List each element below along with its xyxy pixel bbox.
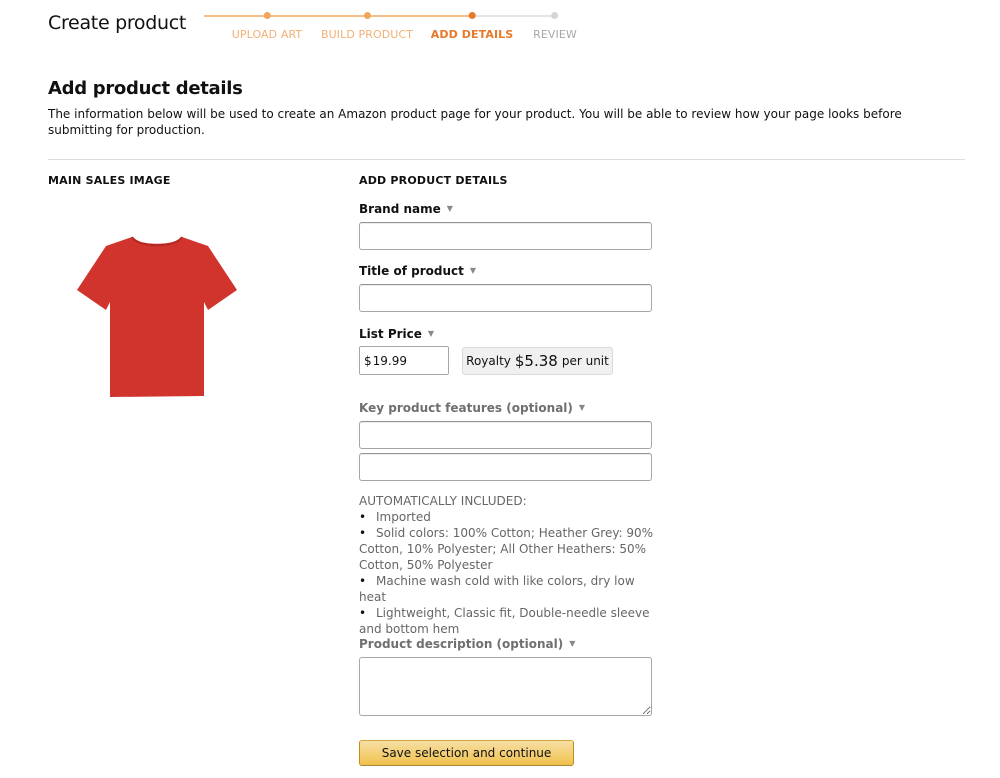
caret-down-icon[interactable]: ▼ [579,403,585,412]
royalty-amount: $5.38 [514,352,558,370]
automatically-included-block: AUTOMATICALLY INCLUDED: • Imported • Solid… [359,493,659,637]
list-item: • Machine wash cold with like colors, dry… [359,574,635,604]
step-add-details: ADD DETAILS [431,10,514,41]
step-upload-art[interactable]: UPLOAD ART [232,10,302,41]
list-price-label-text: List Price [359,327,422,341]
auto-included-list: • Imported • Solid colors: 100% Cotton; He… [359,509,659,637]
list-price-input[interactable] [371,353,443,368]
caret-down-icon[interactable]: ▼ [428,329,434,338]
page-header-title: Create product [48,12,187,34]
royalty-display: Royalty $5.38 per unit [462,347,613,375]
step-build-product[interactable]: BUILD PRODUCT [321,10,413,41]
bullet-icon: • [359,510,367,524]
list-item: • Solid colors: 100% Cotton; Heather Grey… [359,526,654,572]
royalty-suffix: per unit [561,354,609,368]
title-input[interactable] [359,284,652,312]
section-divider [48,159,965,160]
step-dot-icon [363,12,371,19]
caret-down-icon[interactable]: ▼ [447,204,453,213]
bullet-icon: • [359,574,367,588]
step-dot-icon [263,12,271,19]
description-label[interactable]: Product description (optional) ▼ [359,637,575,651]
bullet-icon: • [359,606,367,620]
page-title: Add product details [48,78,243,99]
key-feature-input-2[interactable] [359,453,652,481]
step-label: BUILD PRODUCT [320,28,414,41]
brand-name-label-text: Brand name [359,202,441,216]
tshirt-image [77,236,237,397]
key-features-label-text: Key product features (optional) [359,401,573,415]
description-textarea[interactable] [359,657,652,716]
description-label-text: Product description (optional) [359,637,564,651]
progress-stepper: UPLOAD ART BUILD PRODUCT ADD DETAILS REV… [204,10,584,44]
step-dot-icon [468,12,476,19]
step-label: ADD DETAILS [430,28,514,41]
list-price-label[interactable]: List Price ▼ [359,327,434,341]
brand-name-input[interactable] [359,222,652,250]
auto-included-heading: AUTOMATICALLY INCLUDED: [359,494,527,508]
step-dot-icon [551,12,559,19]
step-review: REVIEW [533,10,577,41]
caret-down-icon[interactable]: ▼ [569,639,575,648]
save-and-continue-button[interactable]: Save selection and continue [359,740,574,766]
list-item: • Imported [359,510,431,524]
key-feature-input-1[interactable] [359,421,652,449]
key-features-label[interactable]: Key product features (optional) ▼ [359,401,585,415]
list-item: • Lightweight, Classic fit, Double-needle… [359,606,650,636]
title-label[interactable]: Title of product ▼ [359,264,476,278]
tshirt-body [77,237,237,397]
caret-down-icon[interactable]: ▼ [470,266,476,275]
brand-name-label[interactable]: Brand name ▼ [359,202,453,216]
step-label: UPLOAD ART [231,28,303,41]
page-intro-text: The information below will be used to cr… [48,107,902,137]
list-price-field[interactable]: $ [359,346,449,375]
step-label: REVIEW [533,28,577,41]
main-sales-image-label: MAIN SALES IMAGE [48,174,171,187]
bullet-icon: • [359,526,367,540]
add-product-details-label: ADD PRODUCT DETAILS [359,174,508,187]
royalty-prefix: Royalty [466,354,511,368]
currency-symbol: $ [364,353,372,368]
title-label-text: Title of product [359,264,464,278]
